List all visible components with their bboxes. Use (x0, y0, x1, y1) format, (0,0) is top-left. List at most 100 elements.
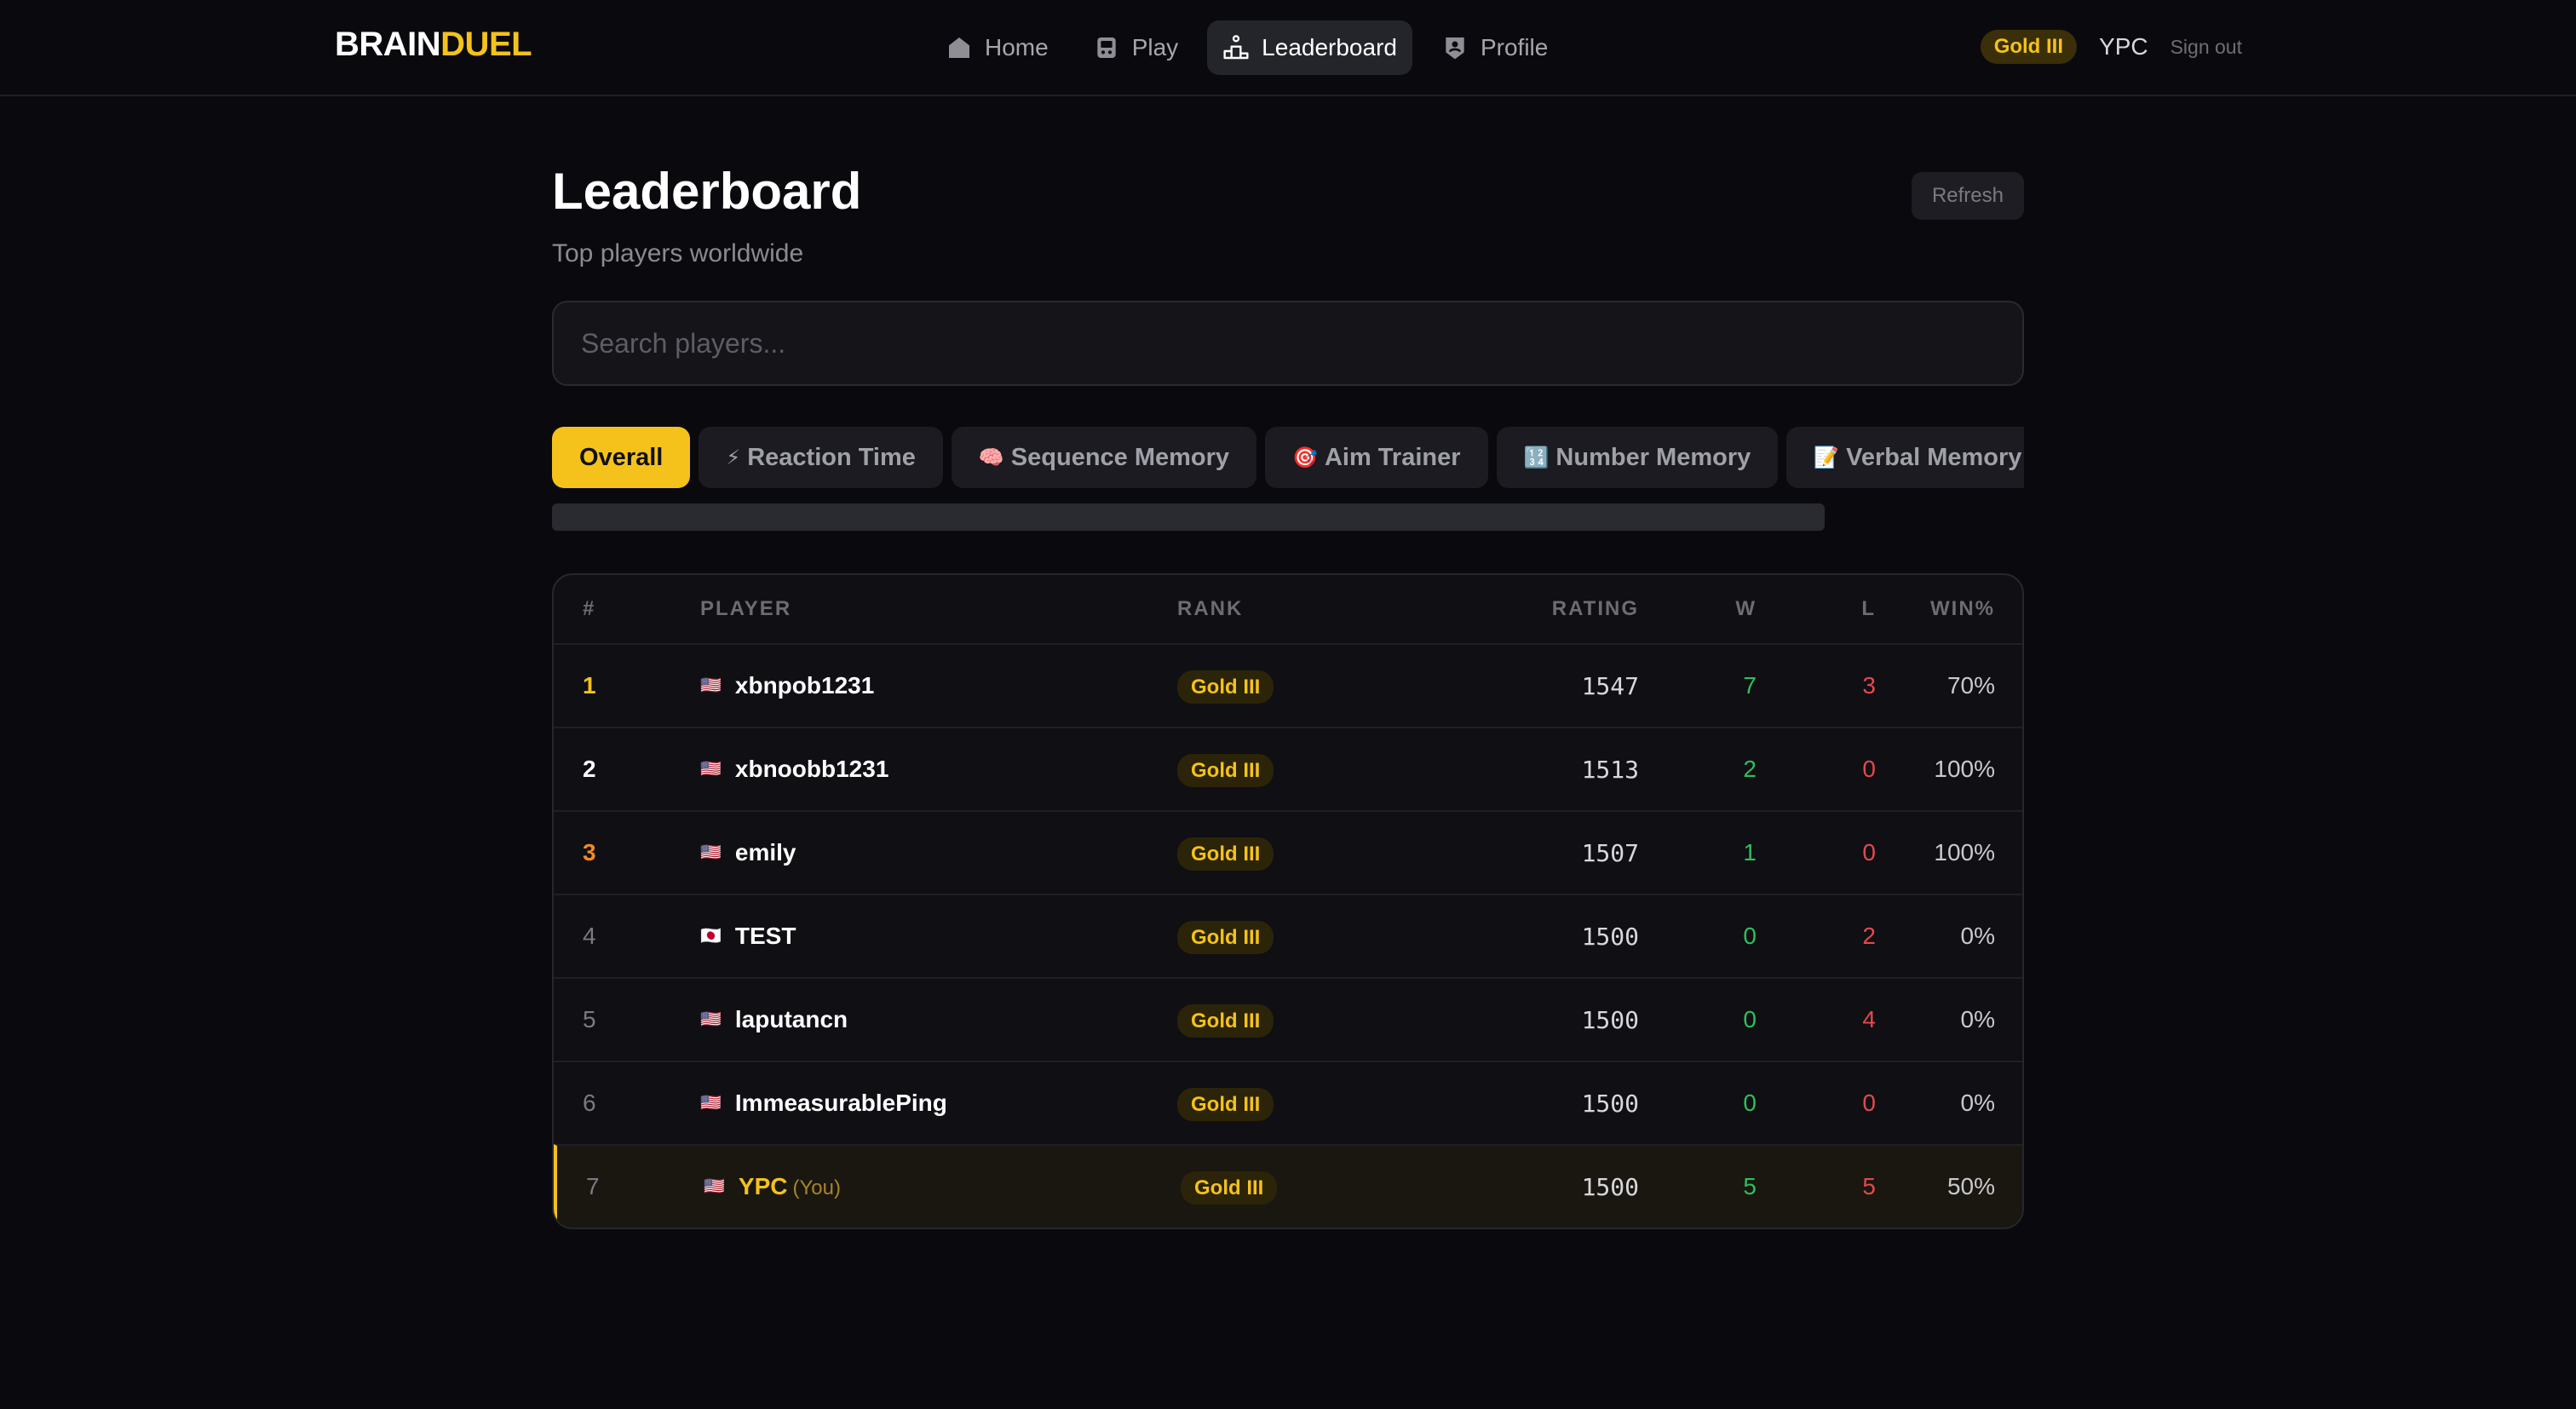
table-row[interactable]: 5 🇺🇸 laputancn Gold III 1500 0 4 0% (554, 977, 2022, 1061)
nav-leaderboard[interactable]: Leaderboard (1207, 20, 1412, 75)
target-icon: 🎯 (1292, 446, 1318, 469)
rank-badge: Gold III (1177, 837, 1274, 871)
rank-badge: Gold III (1177, 670, 1274, 704)
header-rank-number[interactable]: # (583, 597, 595, 621)
profile-badge-icon (1446, 37, 1464, 60)
table-row[interactable]: 3 🇺🇸 emily Gold III 1507 1 0 100% (554, 810, 2022, 894)
main-nav: Home Play Leaderboard Profile (930, 20, 1563, 75)
win-percent-value: 50% (1946, 1173, 1995, 1199)
jp-flag-icon: 🇯🇵 (700, 927, 722, 946)
wins-value: 0 (1743, 1006, 1757, 1032)
numbers-icon: 🔢 (1523, 446, 1550, 469)
win-percent-value: 100% (1934, 756, 1995, 782)
rank-badge: Gold III (1177, 921, 1274, 954)
brainduel-logo[interactable]: BRAINDUEL (335, 26, 532, 64)
tab-aim-trainer[interactable]: 🎯 Aim Trainer (1265, 427, 1488, 488)
page-subtitle: Top players worldwide (552, 239, 804, 267)
row-position: 7 (586, 1173, 600, 1199)
losses-value: 3 (1862, 672, 1876, 699)
lightning-icon: ⚡ (726, 446, 741, 469)
rating-value: 1513 (1581, 755, 1639, 784)
nav-home[interactable]: Home (930, 20, 1064, 75)
top-navigation-bar: BRAINDUEL Home Play Leaderboard Profile … (0, 0, 2576, 96)
player-name[interactable]: xbnoobb1231 (735, 756, 888, 783)
tab-verbal-memory[interactable]: 📝 Verbal Memory (1786, 427, 2024, 488)
us-flag-icon: 🇺🇸 (700, 760, 722, 779)
nav-profile[interactable]: Profile (1426, 20, 1563, 75)
sign-out-link[interactable]: Sign out (2171, 36, 2242, 59)
player-name[interactable]: emily (735, 839, 796, 866)
player-name[interactable]: laputancn (735, 1006, 848, 1033)
table-row[interactable]: 2 🇺🇸 xbnoobb1231 Gold III 1513 2 0 100% (554, 727, 2022, 810)
you-tag: (You) (792, 1176, 841, 1199)
win-percent-value: 70% (1946, 672, 1995, 699)
tab-reaction-time[interactable]: ⚡ Reaction Time (699, 427, 943, 488)
memo-icon: 📝 (1814, 446, 1840, 469)
losses-value: 0 (1862, 756, 1876, 782)
rank-badge: Gold III (1177, 1088, 1274, 1121)
table-row[interactable]: 6 🇺🇸 ImmeasurablePing Gold III 1500 0 0 0… (554, 1061, 2022, 1144)
gamepad-icon (1097, 37, 1116, 58)
win-percent-value: 0% (1960, 923, 1995, 949)
header-wins[interactable]: W (1735, 597, 1757, 621)
us-flag-icon: 🇺🇸 (704, 1177, 725, 1196)
rank-badge: Gold III (1177, 1004, 1274, 1038)
tab-sequence-memory[interactable]: 🧠 Sequence Memory (951, 427, 1257, 488)
table-row[interactable]: 1 🇺🇸 xbnpob1231 Gold III 1547 7 3 70% (554, 643, 2022, 727)
win-percent-value: 100% (1934, 839, 1995, 866)
rating-value: 1500 (1581, 1005, 1639, 1034)
rank-badge: Gold III (1181, 1171, 1278, 1205)
wins-value: 0 (1743, 1090, 1757, 1116)
nav-play[interactable]: Play (1078, 20, 1193, 75)
us-flag-icon: 🇺🇸 (700, 843, 722, 862)
us-flag-icon: 🇺🇸 (700, 1010, 722, 1029)
tab-number-memory[interactable]: 🔢 Number Memory (1496, 427, 1779, 488)
brain-icon: 🧠 (978, 446, 1004, 469)
losses-value: 4 (1862, 1006, 1876, 1032)
wins-value: 2 (1743, 756, 1757, 782)
table-row-current-user[interactable]: 7 🇺🇸 YPC (You) Gold III 1500 5 5 50% (554, 1144, 2022, 1228)
losses-value: 0 (1862, 839, 1876, 866)
header-losses[interactable]: L (1861, 597, 1876, 621)
player-name[interactable]: YPC (You) (739, 1173, 841, 1200)
header-rank[interactable]: RANK (1177, 597, 1243, 621)
player-name[interactable]: xbnpob1231 (735, 672, 874, 699)
home-icon (949, 37, 969, 58)
us-flag-icon: 🇺🇸 (700, 1094, 722, 1113)
player-name[interactable]: ImmeasurablePing (735, 1090, 947, 1117)
win-percent-value: 0% (1960, 1006, 1995, 1032)
rating-value: 1547 (1581, 671, 1639, 700)
row-position: 6 (583, 1090, 596, 1116)
header-rating[interactable]: RATING (1552, 597, 1639, 621)
tab-overall[interactable]: Overall (552, 427, 691, 488)
row-position: 5 (583, 1006, 596, 1032)
row-position: 1 (583, 672, 596, 699)
losses-value: 2 (1862, 923, 1876, 949)
tabs-scrollbar[interactable] (552, 503, 1825, 531)
header-player[interactable]: PLAYER (700, 597, 791, 621)
main-content: Leaderboard Top players worldwide Refres… (552, 162, 2024, 1229)
rating-value: 1507 (1581, 838, 1639, 867)
row-position: 3 (583, 839, 596, 866)
row-position: 2 (583, 756, 596, 782)
header-win-percent[interactable]: WIN% (1930, 597, 1995, 621)
table-header-row: # PLAYER RANK RATING W L WIN% (554, 575, 2022, 643)
leaderboard-table: # PLAYER RANK RATING W L WIN% 1 🇺🇸 xbnpob… (552, 573, 2024, 1229)
user-area: Gold III YPC Sign out (1980, 29, 2242, 65)
player-name[interactable]: TEST (735, 923, 796, 950)
rank-badge: Gold III (1177, 754, 1274, 787)
wins-value: 5 (1743, 1173, 1757, 1199)
wins-value: 0 (1743, 923, 1757, 949)
win-percent-value: 0% (1960, 1090, 1995, 1116)
podium-icon (1223, 35, 1249, 60)
table-row[interactable]: 4 🇯🇵 TEST Gold III 1500 0 2 0% (554, 894, 2022, 977)
losses-value: 0 (1862, 1090, 1876, 1116)
wins-value: 1 (1743, 839, 1757, 866)
losses-value: 5 (1862, 1173, 1876, 1199)
search-input[interactable] (552, 301, 2024, 386)
rating-value: 1500 (1581, 922, 1639, 951)
us-flag-icon: 🇺🇸 (700, 676, 722, 695)
refresh-button[interactable]: Refresh (1911, 172, 2024, 220)
wins-value: 7 (1743, 672, 1757, 699)
username[interactable]: YPC (2099, 33, 2148, 60)
